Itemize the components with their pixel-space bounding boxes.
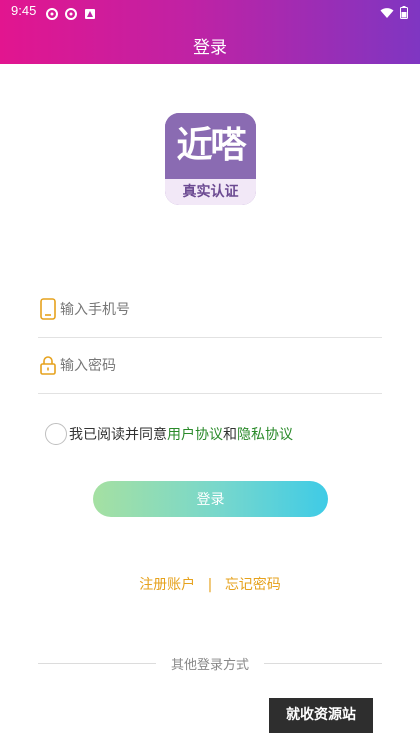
- app-header: 9:45 登录: [0, 0, 420, 64]
- agreement-checkbox[interactable]: [45, 423, 67, 445]
- register-link[interactable]: 注册账户: [139, 577, 195, 593]
- status-time: 9:45: [11, 3, 37, 18]
- wifi-icon: [380, 4, 394, 23]
- agreement-prefix: 我已阅读并同意: [69, 427, 167, 443]
- agreement-and: 和: [223, 427, 237, 443]
- links-separator: |: [207, 577, 213, 593]
- logo-badge-text: 真实认证: [165, 179, 256, 205]
- system-icons: [380, 4, 408, 23]
- privacy-agreement-link[interactable]: 隐私协议: [237, 424, 293, 444]
- notification-gear-icon: [46, 5, 58, 20]
- password-input[interactable]: [60, 352, 360, 380]
- agreement-row: 我已阅读并同意 用户协议 和 隐私协议: [45, 422, 293, 446]
- lock-icon: [40, 354, 58, 376]
- phone-input[interactable]: [60, 296, 360, 324]
- notification-app-icon: [84, 5, 96, 19]
- user-agreement-link[interactable]: 用户协议: [167, 424, 223, 444]
- app-logo: 近嗒 真实认证: [165, 113, 256, 205]
- phone-field: [38, 284, 382, 338]
- battery-icon: [400, 4, 408, 23]
- phone-icon: [40, 298, 58, 320]
- status-bar: 9:45: [0, 0, 420, 24]
- account-links: 注册账户 | 忘记密码: [0, 574, 420, 594]
- login-button[interactable]: 登录: [93, 481, 328, 517]
- logo-main-text: 近嗒: [165, 113, 256, 179]
- password-field: [38, 340, 382, 394]
- watermark: 就收资源站: [269, 698, 373, 733]
- notification-gear-icon-2: [65, 5, 77, 20]
- forgot-password-link[interactable]: 忘记密码: [225, 577, 281, 593]
- other-login-divider: 其他登录方式: [38, 654, 382, 673]
- page-title: 登录: [193, 38, 227, 58]
- notification-icons: [46, 5, 96, 20]
- divider-line-right: [264, 663, 382, 664]
